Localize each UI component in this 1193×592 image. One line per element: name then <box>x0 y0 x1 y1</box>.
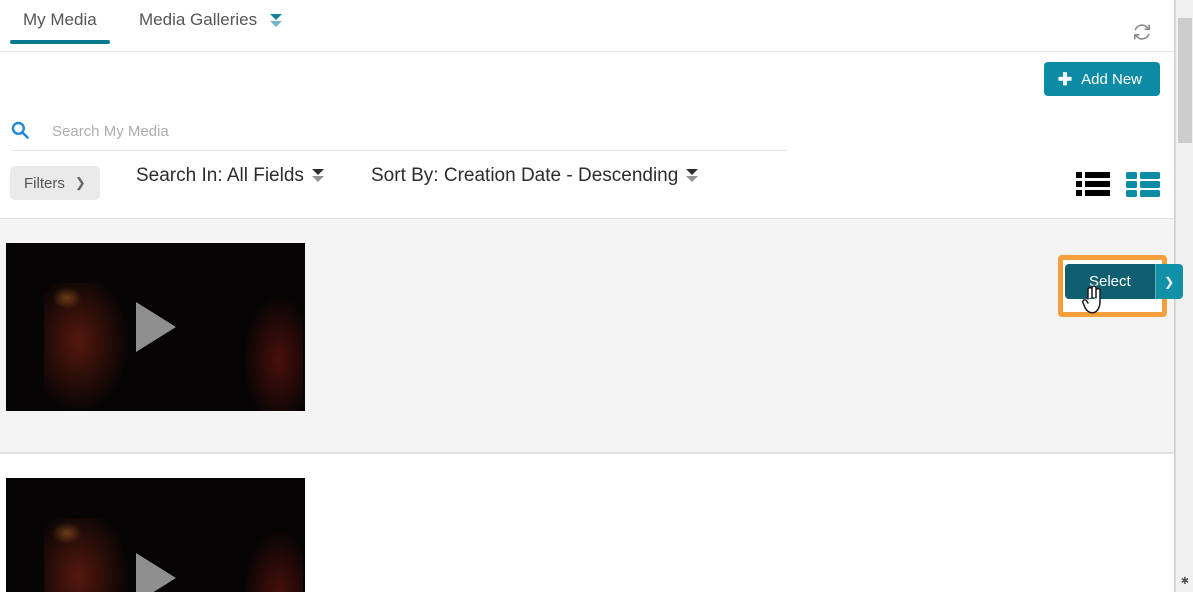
filters-button[interactable]: Filters ❯ <box>10 166 100 200</box>
refresh-icon[interactable] <box>1132 22 1152 42</box>
tab-my-media[interactable]: My Media <box>10 10 110 44</box>
tab-media-galleries-label: Media Galleries <box>139 10 258 29</box>
filter-sort-row: Filters ❯ Search In: All Fields Sort By:… <box>0 160 1174 218</box>
add-new-label: Add New <box>1081 70 1142 88</box>
select-button-group-highlighted[interactable]: Select ❯ <box>1065 264 1183 299</box>
add-new-row: ✚ Add New <box>0 52 1174 108</box>
media-list: ████-██-██ ██:██.██ - ████ █████ From Ad… <box>0 218 1174 592</box>
select-button[interactable]: Select <box>1065 264 1155 299</box>
table-view-icon[interactable] <box>1126 170 1160 198</box>
sort-by-label: Sort By: Creation Date - Descending <box>371 165 679 186</box>
media-thumbnail[interactable] <box>6 478 305 592</box>
chevron-down-icon[interactable]: ❯ <box>1154 264 1183 299</box>
table-row[interactable]: ████-██-██ ██:██.██ - ████ █████ From Ad… <box>0 218 1174 549</box>
search-underline <box>12 150 787 151</box>
chevron-down-icon[interactable]: ✱ <box>1176 572 1193 590</box>
table-row[interactable]: ████-██-██ ██:██.██ ████ Select ❯ <box>0 453 1174 592</box>
scrollbar-thumb[interactable] <box>1178 18 1192 143</box>
view-toggle-group <box>1076 170 1160 198</box>
play-icon[interactable] <box>135 302 176 352</box>
chevron-updown-icon <box>311 168 325 184</box>
filters-label: Filters <box>24 174 65 192</box>
sort-by-dropdown[interactable]: Sort By: Creation Date - Descending <box>371 165 699 187</box>
search-in-label: Search In: All Fields <box>136 165 304 186</box>
tab-media-galleries[interactable]: Media Galleries <box>139 10 283 44</box>
content-viewport: My Media Media Galleries ✚ Add New Searc… <box>0 0 1174 592</box>
media-thumbnail[interactable] <box>6 243 305 411</box>
search-row <box>0 108 1174 160</box>
plus-icon: ✚ <box>1057 69 1073 89</box>
tab-my-media-label: My Media <box>23 10 97 29</box>
media-page: My Media Media Galleries ✚ Add New Searc… <box>0 0 1193 592</box>
search-input[interactable] <box>50 116 785 146</box>
chevron-down-icon <box>269 13 283 29</box>
chevron-updown-icon <box>685 168 699 184</box>
detail-view-icon[interactable] <box>1076 170 1110 198</box>
chevron-right-icon: ❯ <box>74 175 86 190</box>
add-new-button[interactable]: ✚ Add New <box>1043 62 1160 96</box>
search-icon[interactable] <box>10 120 30 140</box>
search-in-dropdown[interactable]: Search In: All Fields <box>136 165 325 187</box>
tab-bar: My Media Media Galleries <box>0 0 1174 52</box>
play-icon[interactable] <box>135 553 176 592</box>
